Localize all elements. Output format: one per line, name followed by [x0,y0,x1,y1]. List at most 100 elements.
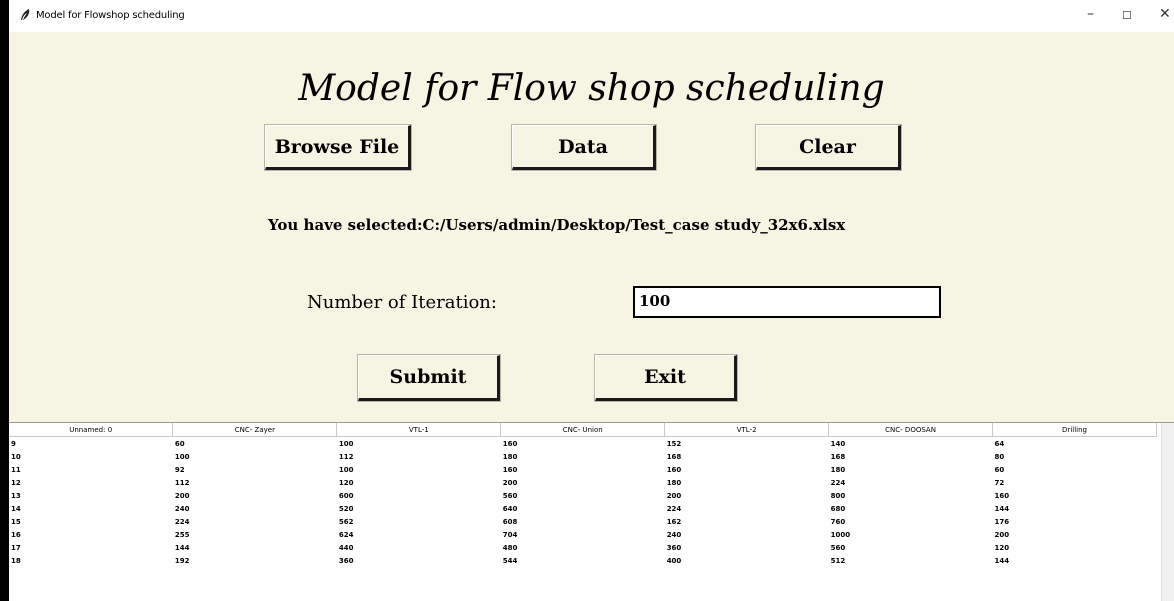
table-cell: 1000 [830,530,851,539]
table-cell: 140 [830,439,846,448]
table-cell: 12 [11,478,21,487]
table-cell: 160 [502,439,518,448]
data-button[interactable]: Data [511,124,657,171]
table-row[interactable]: 18 192 360 544 400 512 144 [9,554,1157,567]
iteration-input[interactable]: 100 [633,286,941,318]
table-cell: 608 [502,517,518,526]
clear-button[interactable]: Clear [755,124,902,171]
table-cell: 512 [830,556,846,565]
table-cell: 18 [11,556,21,565]
table-cell: 600 [338,491,354,500]
table-cell: 100 [338,465,354,474]
table-cell: 120 [338,478,354,487]
table-cell: 112 [338,452,354,461]
table-cell: 13 [11,491,21,500]
table-cell: 562 [338,517,354,526]
table-cell: 80 [994,452,1005,461]
table-cell: 544 [502,556,518,565]
table-row[interactable]: 16 255 624 704 240 1000 200 [9,528,1157,541]
column-header[interactable]: CNC- Zayer [172,423,338,437]
column-header[interactable]: VTL-1 [336,423,502,437]
table-cell: 168 [830,452,846,461]
table-cell: 112 [174,478,190,487]
title-bar: Model for Flowshop scheduling – ☐ ✕ [9,0,1174,32]
table-row[interactable]: 17 144 440 480 360 560 120 [9,541,1157,554]
table-cell: 162 [666,517,682,526]
table-cell: 200 [666,491,682,500]
table-cell: 560 [830,543,846,552]
table-cell: 17 [11,543,21,552]
table-cell: 640 [502,504,518,513]
column-header[interactable]: CNC- Union [500,423,666,437]
table-cell: 255 [174,530,190,539]
table-cell: 480 [502,543,518,552]
table-cell: 800 [830,491,846,500]
table-cell: 100 [338,439,354,448]
table-cell: 192 [174,556,190,565]
table-row[interactable]: 11 92 100 160 160 180 60 [9,463,1157,476]
table-cell: 176 [994,517,1010,526]
table-cell: 144 [994,504,1010,513]
data-table-panel[interactable]: Unnamed: 0 CNC- Zayer VTL-1 CNC- Union V… [9,422,1174,601]
table-cell: 180 [502,452,518,461]
table-cell: 64 [994,439,1005,448]
table-cell: 224 [666,504,682,513]
table-row[interactable]: 15 224 562 608 162 760 176 [9,515,1157,528]
table-cell: 224 [830,478,846,487]
table-cell: 72 [994,478,1005,487]
vertical-scrollbar[interactable] [1161,423,1174,601]
table-cell: 60 [994,465,1005,474]
column-header[interactable]: CNC- DOOSAN [828,423,994,437]
page-title: Model for Flow shop scheduling [298,68,885,109]
table-cell: 144 [174,543,190,552]
table-cell: 14 [11,504,21,513]
window-left-edge [0,0,9,601]
table-cell: 160 [666,465,682,474]
table-cell: 152 [666,439,682,448]
table-cell: 224 [174,517,190,526]
table-row[interactable]: 10 100 112 180 168 168 80 [9,450,1157,463]
data-table: Unnamed: 0 CNC- Zayer VTL-1 CNC- Union V… [9,423,1157,567]
submit-button[interactable]: Submit [357,354,501,402]
table-cell: 11 [11,465,21,474]
selected-file-label: You have selected:C:/Users/admin/Desktop… [268,216,846,234]
table-cell: 520 [338,504,354,513]
table-row[interactable]: 13 200 600 560 200 800 160 [9,489,1157,502]
table-cell: 560 [502,491,518,500]
column-header[interactable]: Unnamed: 0 [9,423,174,437]
table-header-row: Unnamed: 0 CNC- Zayer VTL-1 CNC- Union V… [9,423,1157,437]
table-cell: 92 [174,465,185,474]
table-cell: 10 [11,452,21,461]
table-cell: 160 [502,465,518,474]
table-cell: 360 [338,556,354,565]
iteration-label: Number of Iteration: [307,292,497,313]
table-cell: 200 [502,478,518,487]
column-header[interactable]: VTL-2 [664,423,830,437]
table-cell: 680 [830,504,846,513]
table-cell: 624 [338,530,354,539]
table-cell: 240 [666,530,682,539]
table-row[interactable]: 12 112 120 200 180 224 72 [9,476,1157,489]
table-cell: 15 [11,517,21,526]
feather-icon [21,9,30,20]
table-row[interactable]: 14 240 520 640 224 680 144 [9,502,1157,515]
table-cell: 100 [174,452,190,461]
close-button[interactable]: ✕ [1159,6,1171,22]
browse-file-button[interactable]: Browse File [264,124,412,171]
table-cell: 16 [11,530,21,539]
table-cell: 60 [174,439,185,448]
table-cell: 200 [994,530,1010,539]
maximize-button[interactable]: ☐ [1122,9,1132,22]
table-cell: 704 [502,530,518,539]
window-title: Model for Flowshop scheduling [36,10,185,21]
table-cell: 168 [666,452,682,461]
minimize-button[interactable]: – [1087,6,1094,22]
table-cell: 9 [11,439,16,448]
app-client-area: Model for Flow shop scheduling Browse Fi… [9,32,1174,601]
table-cell: 400 [666,556,682,565]
table-cell: 240 [174,504,190,513]
exit-button[interactable]: Exit [594,354,738,402]
table-cell: 180 [830,465,846,474]
column-header[interactable]: Drilling [992,423,1157,437]
table-row[interactable]: 9 60 100 160 152 140 64 [9,437,1157,451]
